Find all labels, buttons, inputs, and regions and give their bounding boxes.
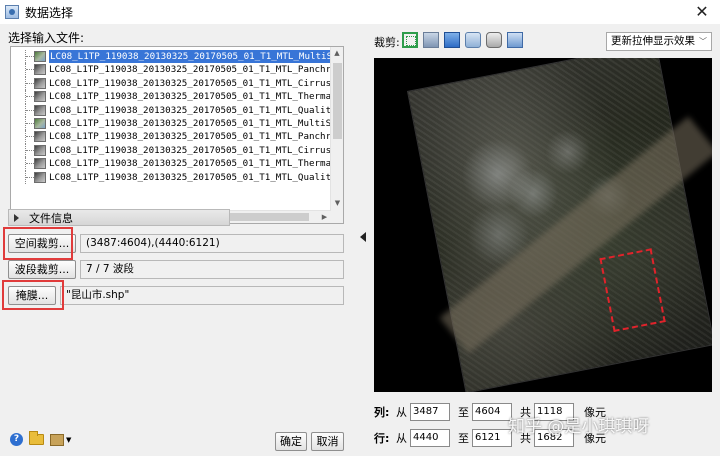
crop-toolbar	[402, 32, 523, 48]
file-name: LC08_L1TP_119038_20130325_20170505_01_T1…	[49, 131, 344, 143]
tree-line	[25, 76, 34, 91]
file-list-item[interactable]: LC08_L1TP_119038_20130325_20170505_01_T1…	[11, 130, 343, 144]
file-name: LC08_L1TP_119038_20130325_20170505_01_T1…	[49, 158, 337, 170]
crop-rectangle-icon[interactable]	[402, 32, 418, 48]
raster-file-icon	[34, 51, 46, 62]
file-name: LC08_L1TP_119038_20130325_20170505_01_T1…	[49, 64, 344, 76]
column-from-label: 从	[396, 406, 407, 419]
tree-line	[25, 116, 34, 131]
column-to-input[interactable]: 4604	[472, 403, 512, 421]
expand-triangle-icon	[14, 213, 19, 222]
row-axis-label: 行:	[374, 432, 390, 445]
crop-by-roi-icon[interactable]	[486, 32, 502, 48]
right-panel: 裁剪: 更新拉伸显示效果 ﹀ 列: 从 3487 至 4604 共 1118 像…	[368, 24, 720, 456]
ok-button[interactable]: 确定	[275, 432, 307, 451]
file-info-label: 文件信息	[29, 211, 73, 225]
tree-line	[25, 63, 34, 77]
image-preview[interactable]	[374, 58, 712, 392]
file-name: LC08_L1TP_119038_20130325_20170505_01_T1…	[49, 171, 337, 183]
row-from-label: 从	[396, 432, 407, 445]
raster-file-icon	[34, 117, 46, 129]
tree-line	[25, 170, 34, 184]
file-list-item[interactable]: LC08_L1TP_119038_20130325_20170505_01_T1…	[11, 76, 332, 91]
file-list-item[interactable]: LC08_L1TP_119038_20130325_20170505_01_T1…	[11, 116, 343, 131]
scroll-up-icon[interactable]: ▲	[331, 47, 343, 60]
raster-file-icon	[34, 91, 46, 103]
tree-line	[25, 130, 34, 144]
app-icon	[5, 5, 19, 19]
file-list-item[interactable]: LC08_L1TP_119038_20130325_20170505_01_T1…	[11, 63, 343, 77]
chevron-down-icon: ﹀	[699, 37, 707, 46]
file-list[interactable]: LC08_L1TP_119038_20130325_20170505_01_T1…	[10, 46, 344, 224]
scroll-thumb[interactable]	[333, 63, 342, 139]
raster-file-icon	[34, 64, 46, 76]
raster-file-icon	[34, 104, 46, 116]
vertical-scrollbar[interactable]: ▲ ▼	[330, 47, 343, 223]
raster-file-icon	[34, 158, 46, 170]
raster-file-icon	[34, 171, 46, 183]
file-list-item[interactable]: LC08_L1TP_119038_20130325_20170505_01_T1…	[11, 50, 343, 64]
stretch-select[interactable]: 更新拉伸显示效果 ﹀	[606, 32, 712, 51]
row-to-input[interactable]: 6121	[472, 429, 512, 447]
file-name: LC08_L1TP_119038_20130325_20170505_01_T1…	[49, 91, 337, 103]
raster-file-icon	[34, 77, 46, 89]
tree-line	[25, 143, 34, 158]
satellite-scene	[406, 58, 712, 392]
raster-file-icon	[34, 131, 46, 143]
tree-line	[25, 103, 34, 117]
close-icon[interactable]: ✕	[692, 2, 712, 22]
crop-label: 裁剪:	[374, 36, 400, 49]
raster-file-icon	[34, 144, 46, 156]
mask-highlight-box	[2, 280, 64, 310]
band-subset-value: 7 / 7 波段	[80, 260, 344, 279]
crop-by-image-icon[interactable]	[444, 32, 460, 48]
file-name: LC08_L1TP_119038_20130325_20170505_01_T1…	[49, 117, 344, 129]
file-list-item[interactable]: LC08_L1TP_119038_20130325_20170505_01_T1…	[11, 90, 337, 104]
input-files-label: 选择输入文件:	[8, 31, 85, 45]
window-title: 数据选择	[25, 5, 74, 20]
file-name: LC08_L1TP_119038_20130325_20170505_01_T1…	[49, 144, 332, 156]
file-list-item[interactable]: LC08_L1TP_119038_20130325_20170505_01_T1…	[11, 170, 337, 184]
file-list-item[interactable]: LC08_L1TP_119038_20130325_20170505_01_T1…	[11, 143, 332, 158]
file-list-item[interactable]: LC08_L1TP_119038_20130325_20170505_01_T1…	[11, 157, 337, 171]
tree-line	[25, 90, 34, 104]
tree-line	[25, 50, 34, 64]
collapse-arrow-icon[interactable]	[360, 232, 366, 242]
file-list-rows: LC08_L1TP_119038_20130325_20170505_01_T1…	[11, 50, 343, 184]
file-name: LC08_L1TP_119038_20130325_20170505_01_T1…	[49, 104, 337, 116]
title-bar: 数据选择 ✕	[0, 0, 720, 24]
chevron-down-icon[interactable]: ▼	[66, 436, 71, 444]
spatial-highlight-box	[3, 227, 73, 260]
row-from-input[interactable]: 4440	[410, 429, 450, 447]
file-name: LC08_L1TP_119038_20130325_20170505_01_T1…	[49, 50, 343, 64]
file-list-item[interactable]: LC08_L1TP_119038_20130325_20170505_01_T1…	[11, 103, 337, 117]
help-icon[interactable]: ?	[10, 433, 23, 446]
column-to-label: 至	[458, 406, 469, 419]
reset-crop-icon[interactable]	[507, 32, 523, 48]
folder-icon[interactable]	[29, 431, 44, 445]
column-axis-label: 列:	[374, 406, 390, 419]
scroll-right-icon[interactable]: ▶	[318, 211, 331, 223]
stretch-select-value: 更新拉伸显示效果	[611, 35, 695, 47]
band-subset-button[interactable]: 波段裁剪...	[8, 260, 76, 279]
scroll-down-icon[interactable]: ▼	[331, 197, 343, 210]
column-from-input[interactable]: 3487	[410, 403, 450, 421]
row-to-label: 至	[458, 432, 469, 445]
stamp-icon[interactable]	[50, 433, 64, 446]
footer-icons: ? ▼	[10, 431, 71, 446]
crop-by-vector-icon[interactable]	[465, 32, 481, 48]
spatial-subset-value: (3487:4604),(4440:6121)	[80, 234, 344, 253]
tree-line	[25, 157, 34, 171]
left-panel: 选择输入文件: LC08_L1TP_119038_20130325_201705…	[0, 24, 358, 456]
crop-region-box[interactable]	[599, 248, 666, 333]
crop-by-file-icon[interactable]	[423, 32, 439, 48]
cancel-button[interactable]: 取消	[311, 432, 344, 451]
file-name: LC08_L1TP_119038_20130325_20170505_01_T1…	[49, 77, 332, 89]
file-info-toggle[interactable]: 文件信息	[8, 209, 230, 226]
panel-splitter[interactable]	[358, 24, 368, 456]
watermark: 知乎 @是小琪琪呀	[508, 417, 650, 437]
mask-value: "昆山市.shp"	[60, 286, 344, 305]
